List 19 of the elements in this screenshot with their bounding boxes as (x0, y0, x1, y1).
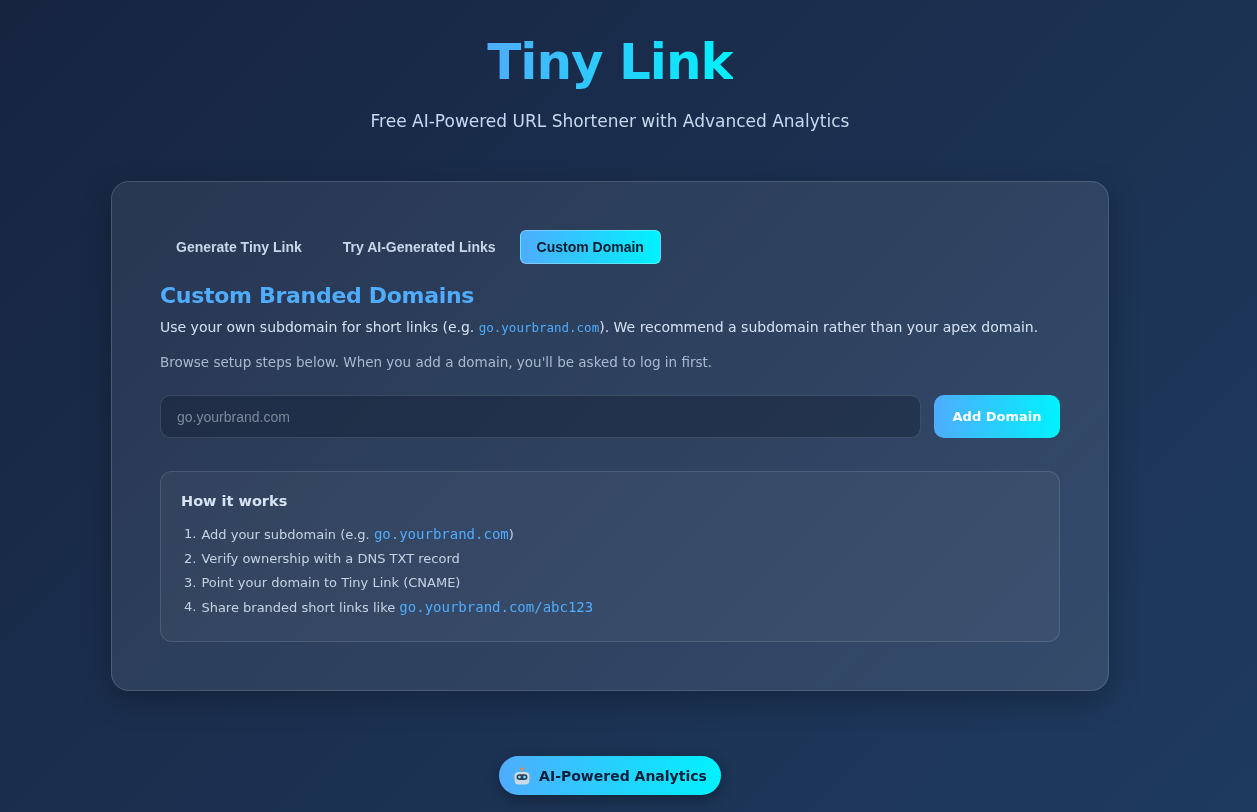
step-text: Verify ownership with a DNS TXT record (201, 550, 460, 568)
section-heading: Custom Branded Domains (160, 282, 476, 310)
step-number: 4. (184, 598, 197, 616)
note-text: Browse setup steps below. When you add a domain, you'll be asked to log in first. (160, 353, 714, 372)
tab[interactable]: Generate Tiny Link (159, 230, 319, 264)
intro-text: Use your own subdomain for short links (e.g. go.yourbrand.com). We recommend a subdomain rather than your apex domain. (160, 318, 1040, 337)
info-title: How it works (181, 492, 289, 511)
domain-input[interactable]: go.yourbrand.com (160, 395, 921, 438)
tab[interactable]: Try AI-Generated Links (325, 230, 513, 264)
step-text: Add your subdomain (e.g. go.yourbrand.com) (201, 525, 514, 544)
analytics-button[interactable]: AI-Powered Analytics (499, 756, 721, 795)
step-number: 2. (184, 550, 197, 568)
robot-icon (513, 766, 532, 785)
step-number: 1. (184, 525, 197, 543)
step-number: 3. (184, 574, 197, 592)
step-text: Share branded short links like go.yourbrand.com/abc123 (201, 598, 594, 617)
tab[interactable]: Custom Domain (519, 230, 661, 264)
app-subtitle: Free AI-Powered URL Shortener with Advanced Analytics (370, 110, 850, 133)
step-text: Point your domain to Tiny Link (CNAME) (201, 574, 461, 592)
